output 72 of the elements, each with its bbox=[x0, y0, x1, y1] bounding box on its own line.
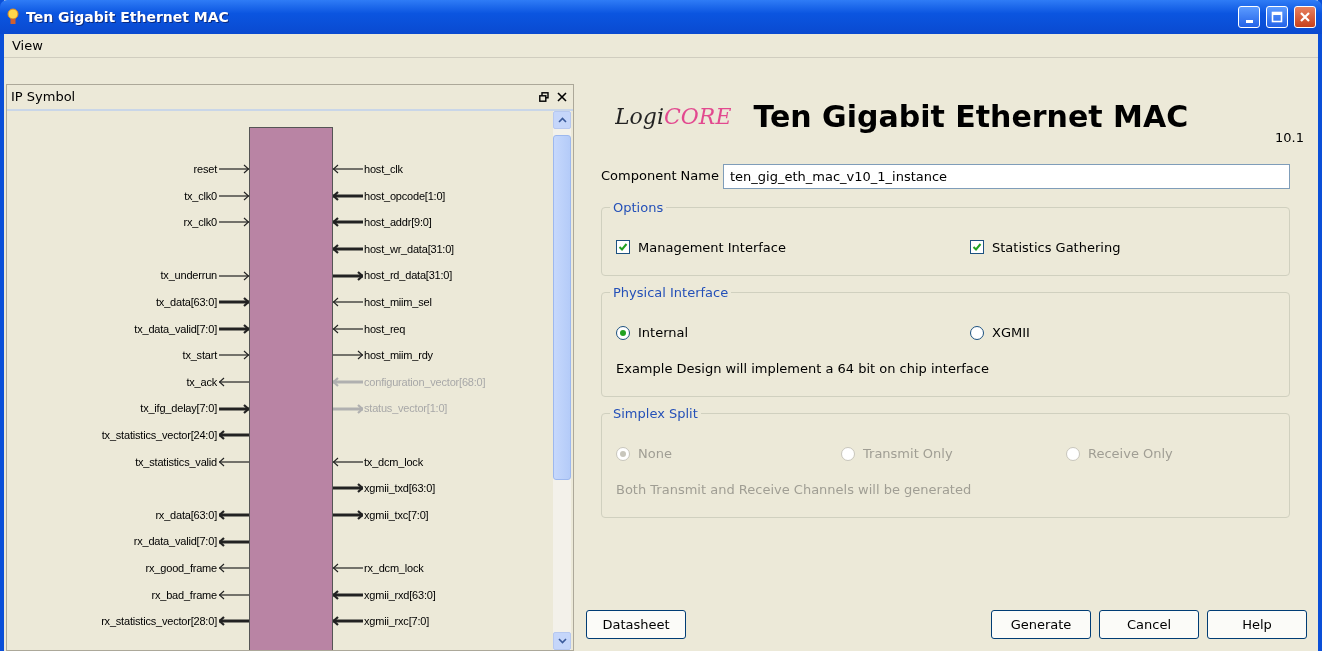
pin-label: host_rd_data[31:0] bbox=[364, 268, 453, 284]
field-label: Component Name bbox=[601, 167, 719, 186]
pin-label: status_vector[1:0] bbox=[364, 401, 448, 417]
group-note: Both Transmit and Receive Channels will be generated bbox=[616, 480, 973, 499]
close-button[interactable] bbox=[557, 92, 567, 102]
pin-label: rx_data_valid[7:0] bbox=[133, 534, 217, 550]
pin-label: tx_ifg_delay[7:0] bbox=[140, 401, 217, 417]
pin-label: host_req bbox=[364, 321, 406, 337]
option-label: Receive Only bbox=[1088, 445, 1173, 463]
option-label: Internal bbox=[638, 324, 689, 342]
pin-label: xgmii_txc[7:0] bbox=[364, 507, 429, 523]
pin-label: tx_dcm_lock bbox=[364, 454, 423, 470]
pin-label: rx_bad_frame bbox=[151, 587, 217, 603]
restore-button[interactable] bbox=[539, 92, 549, 102]
dialog-button[interactable]: Generate bbox=[991, 609, 1091, 639]
pin-label: tx_start bbox=[182, 348, 217, 364]
checkbox[interactable] bbox=[616, 240, 630, 255]
checkbox[interactable] bbox=[970, 240, 984, 255]
group-legend: Options bbox=[610, 200, 667, 214]
pin-label: xgmii_rxd[63:0] bbox=[364, 587, 436, 603]
pin-label: tx_underrun bbox=[160, 268, 217, 284]
pin-label: rx_data[63:0] bbox=[155, 507, 217, 523]
menu-item[interactable]: View bbox=[10, 35, 45, 56]
maximize-icon bbox=[1270, 10, 1284, 24]
scroll-down-button[interactable] bbox=[553, 632, 571, 650]
window-title: Ten Gigabit Ethernet MAC bbox=[26, 7, 230, 27]
panel-title: IP Symbol bbox=[11, 88, 77, 107]
radio-button[interactable] bbox=[970, 325, 984, 340]
pin-label: configuration_vector[68:0] bbox=[364, 374, 486, 390]
option-label: Statistics Gathering bbox=[992, 238, 1121, 257]
pin-label: rx_dcm_lock bbox=[364, 560, 424, 576]
pin-label: rx_good_frame bbox=[145, 560, 217, 576]
minimize-icon bbox=[1245, 20, 1253, 23]
pin-label: host_addr[9:0] bbox=[364, 215, 432, 231]
group-legend: Simplex Split bbox=[610, 407, 701, 420]
pin-label: tx_ack bbox=[186, 374, 217, 390]
dialog-button[interactable]: Help bbox=[1207, 609, 1307, 639]
option-label: Transmit Only bbox=[863, 445, 953, 463]
pin-label: tx_statistics_valid bbox=[135, 454, 217, 470]
dialog-title: Ten Gigabit Ethernet MAC bbox=[753, 98, 1189, 136]
pin-label: host_miim_rdy bbox=[364, 348, 433, 364]
pin-label: tx_data[63:0] bbox=[156, 295, 217, 310]
component-name-field[interactable]: ten_gig_eth_mac_v10_1_instance bbox=[722, 163, 1290, 189]
radio-button[interactable] bbox=[616, 325, 630, 340]
scrollbar-thumb[interactable] bbox=[553, 135, 571, 480]
pin-label: xgmii_txd[63:0] bbox=[364, 481, 435, 497]
group-note: Example Design will implement a 64 bit on chip interface bbox=[616, 359, 990, 378]
maximize-button[interactable] bbox=[1266, 6, 1288, 28]
pin-label: xgmii_rxc[7:0] bbox=[364, 614, 430, 630]
option-label: None bbox=[638, 445, 672, 463]
close-icon bbox=[1298, 10, 1312, 24]
minimize-button[interactable] bbox=[1238, 6, 1260, 28]
pin-label: tx_statistics_vector[24:0] bbox=[101, 428, 217, 443]
pin-label: host_opcode[1:0] bbox=[364, 188, 446, 204]
restore-icon bbox=[539, 92, 549, 102]
datasheet-button[interactable]: Datasheet bbox=[586, 609, 686, 639]
version-label: 10.1 bbox=[1275, 129, 1304, 147]
option-label: Management Interface bbox=[638, 238, 786, 257]
option-label: XGMII bbox=[992, 324, 1030, 342]
pin-label: host_miim_sel bbox=[364, 295, 432, 310]
group-legend: Physical Interface bbox=[610, 286, 732, 299]
pin-label: reset bbox=[193, 162, 217, 178]
pin-label: rx_clk0 bbox=[183, 215, 217, 231]
pin-label: tx_data_valid[7:0] bbox=[134, 321, 217, 337]
pin-label: rx_statistics_vector[28:0] bbox=[101, 614, 217, 630]
pin-label: tx_clk0 bbox=[184, 188, 217, 204]
pin-label: host_wr_data[31:0] bbox=[364, 241, 454, 257]
scroll-up-button[interactable] bbox=[553, 111, 571, 129]
dialog-button[interactable]: Cancel bbox=[1099, 609, 1199, 639]
app-bulb-icon bbox=[6, 8, 20, 26]
pin-label: host_clk bbox=[364, 162, 403, 178]
close-icon bbox=[557, 92, 567, 102]
